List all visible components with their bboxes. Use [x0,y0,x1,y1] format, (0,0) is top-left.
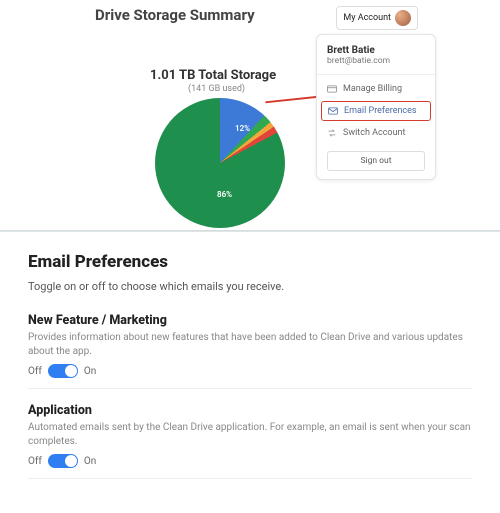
toggle-off-label: Off [28,366,42,377]
mail-icon [328,106,338,116]
user-name: Brett Batie [327,45,425,56]
storage-summary-panel: Drive Storage Summary 1.01 TB Total Stor… [0,0,500,230]
dropdown-header: Brett Batie brett@batie.com [317,41,435,75]
card-icon [327,84,337,94]
total-storage-label: 1.01 TB Total Storage [150,68,276,83]
menu-item-label: Manage Billing [343,84,402,94]
toggle-on-label: On [84,456,96,467]
pref-toggle-row: Off On [28,364,472,378]
toggle-on-label: On [84,366,96,377]
storage-pie-chart: 86% 12% [155,98,285,228]
email-preferences-panel: Email Preferences Toggle on or off to ch… [0,232,500,513]
user-email: brett@batie.com [327,56,425,66]
page-title: Drive Storage Summary [95,6,255,24]
pref-title: Application [28,403,472,418]
pie-slice-label-large: 86% [217,190,232,199]
toggle-knob [65,455,77,467]
pie-slice-label-small: 12% [235,124,250,133]
email-prefs-heading: Email Preferences [28,252,472,272]
menu-item-email-preferences[interactable]: Email Preferences [321,101,431,121]
my-account-button[interactable]: My Account [336,6,418,30]
sign-out-button[interactable]: Sign out [327,151,425,171]
menu-item-label: Email Preferences [344,106,417,116]
pie-graphic [155,98,285,228]
avatar [395,10,411,26]
pref-new-feature: New Feature / Marketing Provides informa… [28,313,472,389]
email-prefs-subheading: Toggle on or off to choose which emails … [28,280,472,293]
menu-item-label: Switch Account [343,128,405,138]
toggle-knob [65,365,77,377]
pref-toggle-row: Off On [28,454,472,468]
toggle-switch[interactable] [48,454,78,468]
pref-description: Provides information about new features … [28,331,472,358]
pref-description: Automated emails sent by the Clean Drive… [28,421,472,448]
menu-item-manage-billing[interactable]: Manage Billing [317,79,435,99]
switch-icon [327,128,337,138]
menu-item-switch-account[interactable]: Switch Account [317,123,435,143]
pref-title: New Feature / Marketing [28,313,472,328]
used-storage-label: (141 GB used) [188,84,245,94]
pref-application: Application Automated emails sent by the… [28,403,472,479]
account-dropdown: Brett Batie brett@batie.com Manage Billi… [316,34,436,180]
toggle-switch[interactable] [48,364,78,378]
toggle-off-label: Off [28,456,42,467]
my-account-label: My Account [343,13,391,23]
